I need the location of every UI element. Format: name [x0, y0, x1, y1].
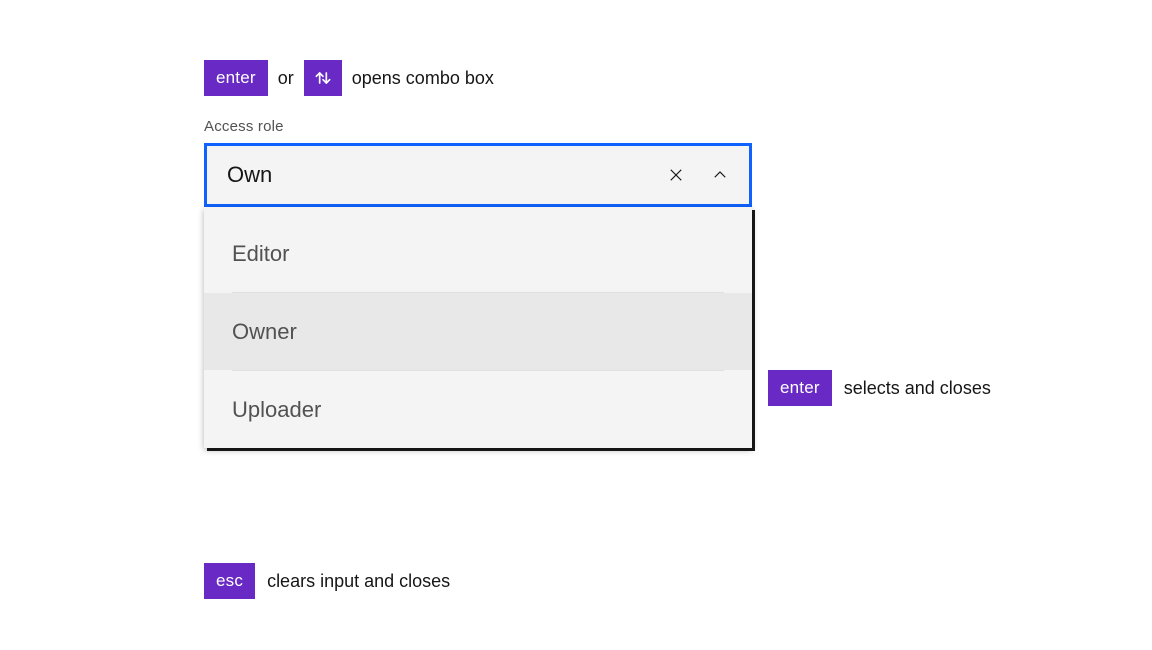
- list-item[interactable]: Owner: [204, 293, 752, 370]
- open-hint-text: opens combo box: [352, 68, 494, 89]
- select-hint-row: enter selects and closes: [768, 370, 991, 406]
- select-hint-text: selects and closes: [844, 378, 991, 399]
- list-item[interactable]: Uploader: [204, 371, 752, 448]
- combobox-field[interactable]: [204, 143, 752, 207]
- list-item-label: Editor: [232, 241, 289, 267]
- enter-key-badge: enter: [204, 60, 268, 96]
- open-hint-row: enter or opens combo box: [204, 60, 752, 96]
- combobox[interactable]: Editor Owner Uploader: [204, 143, 752, 448]
- esc-key-badge: esc: [204, 563, 255, 599]
- toggle-button[interactable]: [707, 162, 733, 188]
- esc-hint-row: esc clears input and closes: [204, 563, 450, 599]
- arrows-up-down-icon: [313, 68, 333, 88]
- arrows-key-badge: [304, 60, 342, 96]
- list-item-label: Owner: [232, 319, 297, 345]
- list-item-label: Uploader: [232, 397, 321, 423]
- combobox-listbox[interactable]: Editor Owner Uploader: [204, 207, 752, 448]
- combobox-input[interactable]: [227, 162, 663, 188]
- combobox-icons: [663, 162, 733, 188]
- field-label: Access role: [204, 118, 752, 135]
- clear-button[interactable]: [663, 162, 689, 188]
- combobox-diagram: enter or opens combo box Access role: [204, 60, 752, 448]
- or-text: or: [278, 68, 294, 89]
- list-item[interactable]: Editor: [204, 215, 752, 292]
- esc-hint-text: clears input and closes: [267, 571, 450, 592]
- close-icon: [667, 166, 685, 184]
- chevron-up-icon: [711, 166, 729, 184]
- enter-key-badge: enter: [768, 370, 832, 406]
